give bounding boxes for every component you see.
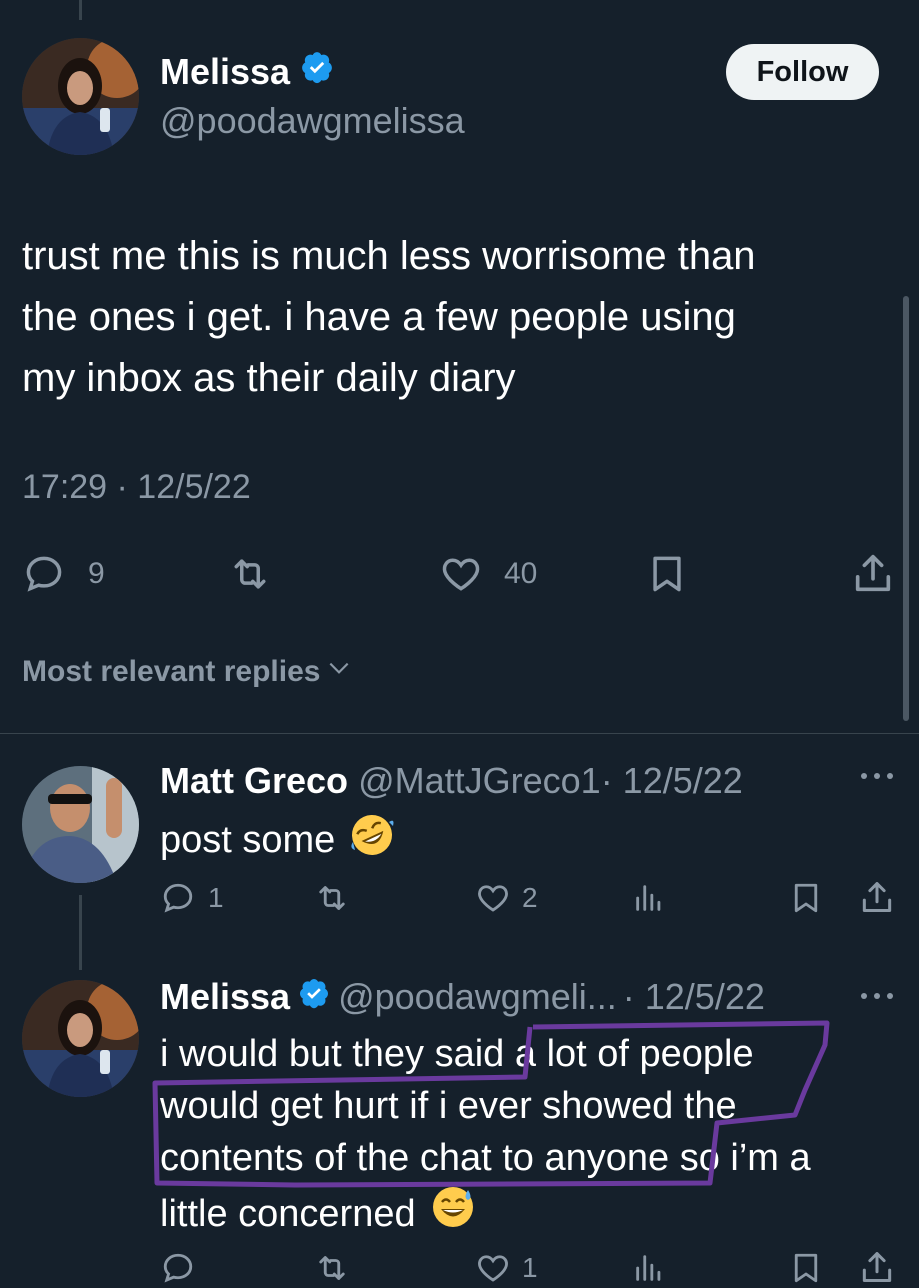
reply2-avatar[interactable] <box>22 980 139 1097</box>
reply1-date[interactable]: · 12/5/22 <box>601 760 743 801</box>
reply2-text-last-line: little concerned <box>160 1184 811 1244</box>
reply-icon <box>160 1250 196 1286</box>
reply1-author-handle[interactable]: @MattJGreco1 <box>358 760 601 801</box>
reply-count: 9 <box>88 557 105 590</box>
bookmark-icon <box>645 550 689 598</box>
reply1-views-button[interactable] <box>632 880 666 916</box>
thread-line-top <box>79 0 82 20</box>
retweet-icon <box>312 880 352 916</box>
reply2-text-line: little concerned <box>160 1193 416 1235</box>
reply1-like-count: 2 <box>522 882 538 913</box>
chevron-down-icon <box>326 655 352 689</box>
reply2-views-button[interactable] <box>632 1250 666 1286</box>
verified-badge-icon <box>298 976 330 1018</box>
reply-icon <box>160 880 196 916</box>
like-count: 40 <box>504 557 538 590</box>
share-icon <box>858 878 896 916</box>
replies-sort-label: Most relevant replies <box>22 655 321 688</box>
author-name[interactable]: Melissa <box>160 51 290 93</box>
reply2-header: Melissa @poodawgmeli... · 12/5/22 <box>160 976 765 1018</box>
reply2-retweet-button[interactable] <box>312 1250 352 1286</box>
reply1-bookmark-button[interactable] <box>788 878 824 918</box>
reply1-share-button[interactable] <box>858 878 896 916</box>
reply-icon <box>22 552 66 596</box>
reply2-date[interactable]: · 12/5/22 <box>623 976 765 1018</box>
share-icon <box>858 1248 896 1286</box>
verified-badge-icon <box>300 50 334 93</box>
reply2-author-handle[interactable]: @poodawgmeli... <box>338 976 617 1018</box>
retweet-icon <box>312 1250 352 1286</box>
reply2-share-button[interactable] <box>858 1248 896 1286</box>
like-icon <box>438 552 484 596</box>
rolling-laughing-emoji-icon <box>349 812 395 868</box>
like-icon <box>474 880 512 916</box>
divider <box>0 733 919 734</box>
bookmark-icon <box>788 1248 824 1288</box>
reply2-like-button[interactable]: 1 <box>474 1250 538 1286</box>
tweet-text: trust me this is much less worrisome tha… <box>22 226 756 409</box>
follow-button[interactable]: Follow <box>726 44 879 100</box>
more-icon[interactable] <box>858 984 896 1013</box>
reply1-header: Matt Greco @MattJGreco1· 12/5/22 <box>160 760 743 802</box>
thread-line-reply <box>79 895 82 970</box>
bookmark-icon <box>788 878 824 918</box>
bookmark-button[interactable] <box>645 550 689 598</box>
tweet-text-line: the ones i get. i have a few people usin… <box>22 295 736 339</box>
author-name-row: Melissa <box>160 50 334 93</box>
share-button[interactable] <box>850 550 896 596</box>
reply2-reply-button[interactable] <box>160 1250 196 1286</box>
more-icon[interactable] <box>858 764 896 793</box>
reply1-text-content: post some <box>160 818 336 861</box>
reply-button[interactable]: 9 <box>22 552 105 596</box>
reply2-author-name[interactable]: Melissa <box>160 976 290 1018</box>
author-handle[interactable]: @poodawgmelissa <box>160 100 465 142</box>
tweet-text-line: trust me this is much less worrisome tha… <box>22 234 756 278</box>
reply1-like-button[interactable]: 2 <box>474 880 538 916</box>
reply1-author-name[interactable]: Matt Greco <box>160 760 348 801</box>
reply1-retweet-button[interactable] <box>312 880 352 916</box>
reply1-avatar[interactable] <box>22 766 139 883</box>
scrollbar[interactable] <box>903 296 909 721</box>
replies-sort-dropdown[interactable]: Most relevant replies <box>22 655 352 689</box>
tweet-text-line: my inbox as their daily diary <box>22 356 516 400</box>
like-icon <box>474 1250 512 1286</box>
reply2-bookmark-button[interactable] <box>788 1248 824 1288</box>
views-icon <box>632 880 666 916</box>
tweet-timestamp[interactable]: 17:29 · 12/5/22 <box>22 468 251 507</box>
share-icon <box>850 550 896 596</box>
retweet-icon <box>226 552 274 596</box>
like-button[interactable]: 40 <box>438 552 537 596</box>
grinning-sweat-emoji-icon <box>430 1184 476 1244</box>
views-icon <box>632 1250 666 1286</box>
author-avatar[interactable] <box>22 38 139 155</box>
reply2-like-count: 1 <box>522 1252 538 1283</box>
highlight-annotation <box>152 1020 830 1188</box>
retweet-button[interactable] <box>226 552 274 596</box>
reply1-reply-button[interactable]: 1 <box>160 880 224 916</box>
reply1-text: post some <box>160 812 395 868</box>
reply1-reply-count: 1 <box>208 882 224 913</box>
